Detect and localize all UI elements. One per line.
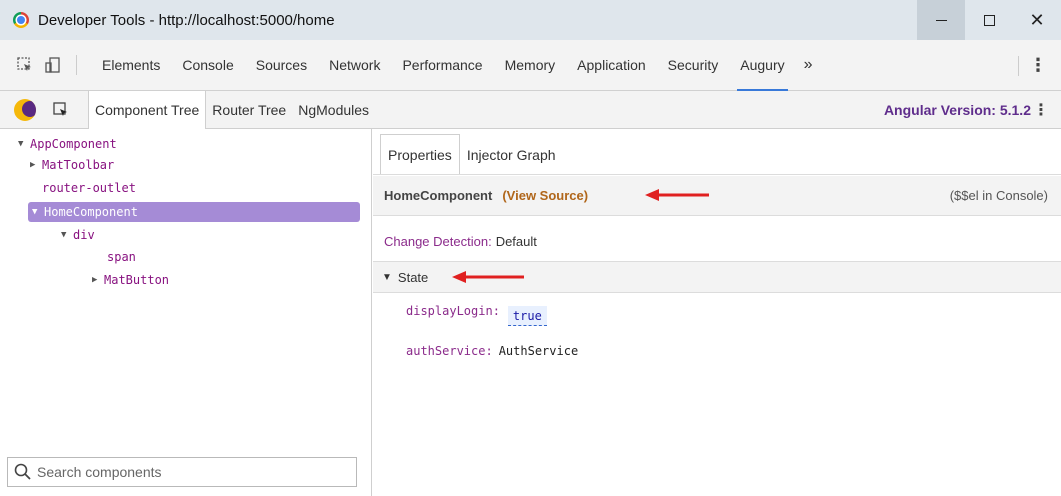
tree-node-label: MatToolbar (42, 158, 115, 172)
collapse-arrow-icon[interactable]: ▶ (92, 275, 104, 285)
tree-node-label: AppComponent (30, 137, 117, 151)
window-controls: ✕ (917, 0, 1061, 40)
property-value[interactable]: AuthService (499, 344, 578, 358)
annotation-arrow-icon (452, 271, 524, 283)
tab-performance[interactable]: Performance (391, 40, 493, 91)
console-reference-hint: ($$el in Console) (949, 188, 1048, 203)
state-property-row: authService: AuthService (406, 339, 578, 363)
property-key: authService: (406, 344, 493, 358)
maximize-button[interactable] (965, 0, 1013, 40)
tab-router-tree[interactable]: Router Tree (206, 91, 292, 129)
change-detection-value: Default (495, 233, 537, 249)
component-tree-panel: ▼ AppComponent ▶ MatToolbar router-outle… (0, 129, 372, 496)
tree-node-label: router-outlet (42, 181, 136, 195)
search-components-box[interactable]: Search components (7, 457, 357, 487)
tab-security[interactable]: Security (657, 40, 730, 91)
chrome-logo-icon (13, 12, 29, 28)
tree-node-label: span (107, 250, 136, 264)
tab-network[interactable]: Network (318, 40, 391, 91)
tree-node-span[interactable]: span (107, 247, 136, 267)
property-key: displayLogin: (406, 304, 500, 318)
properties-subtabs: Properties Injector Graph (373, 129, 1061, 175)
window-title: Developer Tools - http://localhost:5000/… (38, 11, 335, 29)
expand-arrow-icon[interactable]: ▼ (382, 272, 392, 283)
property-value-editable[interactable]: true (507, 306, 547, 326)
expand-arrow-icon[interactable]: ▼ (32, 207, 44, 217)
more-tabs-icon[interactable]: » (796, 56, 821, 74)
state-property-row: displayLogin: true (406, 299, 547, 326)
annotation-arrow-icon (645, 189, 709, 201)
toolbar-divider (1018, 56, 1019, 76)
tree-node-label: MatButton (104, 273, 170, 287)
tree-node-matbutton[interactable]: ▶ MatButton (92, 270, 169, 290)
tree-node-label: HomeComponent (44, 205, 138, 219)
state-label: State (397, 269, 429, 285)
tab-injector-graph[interactable]: Injector Graph (460, 136, 563, 174)
minimize-icon (935, 19, 947, 21)
tree-node-router-outlet[interactable]: router-outlet (30, 178, 136, 198)
minimize-button[interactable] (917, 0, 965, 40)
devtools-menu-icon[interactable]: ⋮ (1029, 40, 1047, 91)
tab-component-tree[interactable]: Component Tree (88, 90, 207, 129)
tree-node-mattoolbar[interactable]: ▶ MatToolbar (30, 155, 114, 175)
search-icon (14, 463, 31, 480)
tab-elements[interactable]: Elements (91, 40, 171, 91)
expand-arrow-icon[interactable]: ▼ (18, 139, 30, 149)
close-icon: ✕ (1029, 9, 1045, 30)
toolbar-divider (76, 55, 77, 75)
tab-application[interactable]: Application (566, 40, 657, 91)
augury-menu-icon[interactable]: ⋮ (1033, 91, 1049, 129)
tree-node-label: div (73, 228, 95, 242)
tab-console[interactable]: Console (171, 40, 244, 91)
change-detection-label: Change Detection: (384, 233, 492, 249)
inspect-element-icon[interactable] (14, 54, 36, 76)
component-name: HomeComponent (384, 188, 493, 203)
device-toolbar-icon[interactable] (42, 54, 64, 76)
component-header: HomeComponent (View Source) ($$el in Con… (373, 176, 1061, 216)
window-titlebar: Developer Tools - http://localhost:5000/… (0, 0, 1061, 40)
tab-augury[interactable]: Augury (729, 40, 795, 91)
search-input[interactable]: Search components (37, 464, 162, 480)
tab-properties[interactable]: Properties (380, 134, 460, 174)
properties-panel: Properties Injector Graph HomeComponent … (373, 129, 1061, 496)
tab-memory[interactable]: Memory (494, 40, 567, 91)
close-button[interactable]: ✕ (1013, 0, 1061, 40)
tree-node-homecomponent[interactable]: ▼ HomeComponent (28, 202, 360, 222)
devtools-tab-bar: Elements Console Sources Network Perform… (0, 40, 1061, 91)
augury-logo-icon (14, 98, 36, 121)
tree-node-appcomponent[interactable]: ▼ AppComponent (18, 134, 117, 154)
maximize-icon (983, 14, 995, 26)
collapse-arrow-icon[interactable]: ▶ (30, 160, 42, 170)
tab-ngmodules[interactable]: NgModules (292, 91, 375, 129)
tab-sources[interactable]: Sources (245, 40, 318, 91)
augury-toolbar: Component Tree Router Tree NgModules Ang… (0, 90, 1061, 129)
angular-version: Angular Version: 5.1.2 (883, 102, 1031, 118)
expand-arrow-icon[interactable]: ▼ (61, 230, 73, 240)
select-component-icon[interactable] (50, 99, 72, 121)
change-detection-row: Change Detection: Default (373, 227, 537, 255)
view-source-link[interactable]: (View Source) (502, 188, 588, 203)
tree-node-div[interactable]: ▼ div (61, 225, 95, 245)
